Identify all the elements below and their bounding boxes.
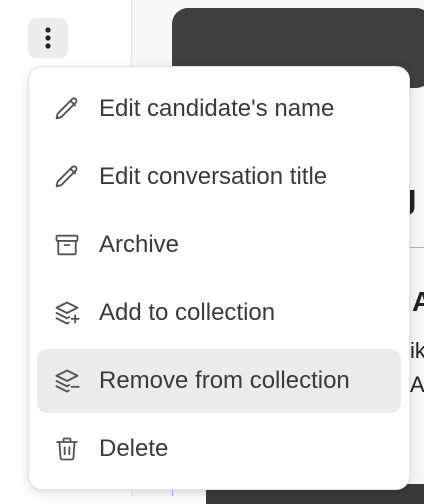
stack-plus-icon (55, 301, 80, 325)
trash-icon (56, 437, 78, 461)
conversation-options-menu: Edit candidate's name Edit conversation … (28, 66, 410, 490)
peek-body-text-1: ik (410, 338, 424, 363)
menu-item-label: Remove from collection (99, 367, 350, 394)
peek-body-text-2: A (410, 372, 424, 397)
archive-box-icon (55, 234, 79, 256)
menu-item-edit-conversation-title[interactable]: Edit conversation title (37, 145, 401, 209)
menu-item-add-to-collection[interactable]: Add to collection (37, 281, 401, 345)
pencil-icon (55, 97, 78, 120)
menu-item-label: Add to collection (99, 299, 276, 326)
menu-item-label: Edit candidate's name (99, 95, 335, 122)
more-options-button[interactable] (28, 18, 68, 58)
pencil-icon (55, 165, 78, 188)
menu-item-archive[interactable]: Archive (37, 213, 401, 277)
menu-item-delete[interactable]: Delete (37, 417, 401, 481)
menu-item-label: Archive (99, 231, 180, 258)
menu-item-remove-from-collection[interactable]: Remove from collection (37, 349, 401, 413)
stack-minus-icon (55, 369, 80, 393)
kebab-vertical-icon (45, 27, 51, 49)
peek-subheading-text: A (412, 286, 424, 317)
menu-item-label: Edit conversation title (99, 163, 328, 190)
menu-item-label: Delete (99, 435, 169, 462)
menu-item-edit-candidate-name[interactable]: Edit candidate's name (37, 77, 401, 141)
